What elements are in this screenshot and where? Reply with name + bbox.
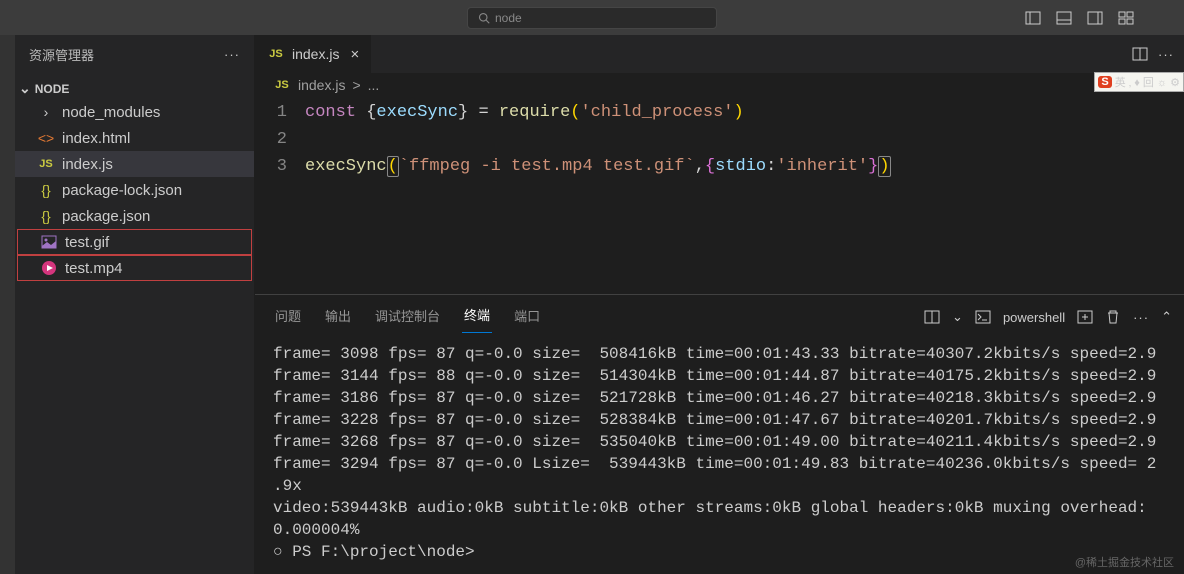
layout-bottom-icon[interactable]	[1056, 10, 1072, 26]
file-label: index.html	[62, 130, 130, 147]
tab-label: index.js	[292, 46, 339, 62]
json-icon: {}	[37, 208, 55, 224]
search-text: node	[495, 11, 522, 25]
js-icon: JS	[267, 48, 285, 60]
file-label: test.gif	[65, 234, 109, 251]
sidebar-title: 资源管理器	[29, 45, 94, 64]
breadcrumbs[interactable]: JS index.js > ...	[255, 73, 1184, 97]
ime-icons: ‚ ♦ 回 ☼ ⚙	[1129, 74, 1180, 90]
sidebar-item-test-gif[interactable]: test.gif	[17, 229, 252, 255]
folder-name: NODE	[35, 82, 70, 96]
chevron-right-icon: ›	[37, 104, 55, 120]
sidebar-item-index-html[interactable]: <> index.html	[15, 125, 254, 151]
sidebar-item-test-mp4[interactable]: test.mp4	[17, 255, 252, 281]
layout-grid-icon[interactable]	[1118, 10, 1134, 26]
chevron-down-icon: ⌄	[19, 80, 31, 97]
image-icon	[40, 234, 58, 250]
chevron-up-icon[interactable]: ⌃	[1161, 309, 1172, 325]
ime-logo: S	[1098, 76, 1111, 88]
terminal-shell-icon	[975, 309, 991, 325]
terminal-more-icon[interactable]: ···	[1133, 310, 1149, 325]
json-icon: {}	[37, 182, 55, 198]
editor-more-icon[interactable]: ···	[1158, 47, 1174, 62]
folder-header[interactable]: ⌄ NODE	[15, 78, 254, 99]
terminal-prompt: PS F:\project\node>	[292, 543, 474, 561]
prompt-icon: ○	[273, 543, 292, 561]
breadcrumb-file: index.js	[298, 77, 345, 93]
breadcrumb-more: ...	[368, 77, 380, 93]
term-tab-problems[interactable]: 问题	[273, 302, 303, 333]
terminal-body[interactable]: frame= 3098 fps= 87 q=-0.0 size= 508416k…	[255, 333, 1184, 574]
activity-bar	[0, 35, 15, 574]
sidebar-item-node-modules[interactable]: › node_modules	[15, 99, 254, 125]
ime-lang: 英	[1115, 74, 1126, 90]
ime-badge[interactable]: S 英 ‚ ♦ 回 ☼ ⚙	[1094, 72, 1184, 92]
watermark: @稀土掘金技术社区	[1075, 554, 1174, 570]
command-search[interactable]: node	[467, 7, 717, 29]
new-terminal-icon[interactable]	[1077, 309, 1093, 325]
split-icon[interactable]	[1132, 46, 1148, 62]
file-label: index.js	[62, 156, 113, 173]
shell-name[interactable]: powershell	[1003, 310, 1065, 325]
video-icon	[40, 260, 58, 276]
file-label: node_modules	[62, 104, 160, 121]
search-icon	[478, 12, 490, 24]
term-tab-output[interactable]: 输出	[323, 302, 353, 333]
file-label: package.json	[62, 208, 150, 225]
sidebar-more-icon[interactable]: ···	[224, 47, 240, 62]
code-content[interactable]: const {execSync} = require('child_proces…	[305, 99, 1184, 294]
titlebar-layout-icons	[1025, 10, 1134, 26]
editor-area: JS index.js × ··· JS index.js > ... 1 2 …	[255, 35, 1184, 574]
layout-left-icon[interactable]	[1025, 10, 1041, 26]
js-icon: JS	[273, 79, 291, 91]
terminal-panel: 问题 输出 调试控制台 终端 端口 ⌄ powershell ··· ⌃ fra…	[255, 294, 1184, 574]
trash-icon[interactable]	[1105, 309, 1121, 325]
html-icon: <>	[37, 130, 55, 146]
sidebar-item-package-lock[interactable]: {} package-lock.json	[15, 177, 254, 203]
term-tab-debug[interactable]: 调试控制台	[373, 302, 442, 333]
chevron-down-icon[interactable]: ⌄	[952, 309, 963, 325]
term-tab-terminal[interactable]: 终端	[462, 301, 492, 333]
terminal-tabs: 问题 输出 调试控制台 终端 端口 ⌄ powershell ··· ⌃	[255, 295, 1184, 333]
sidebar: 资源管理器 ··· ⌄ NODE › node_modules <> index…	[15, 35, 255, 574]
code-editor[interactable]: 1 2 3 const {execSync} = require('child_…	[255, 97, 1184, 294]
split-terminal-icon[interactable]	[924, 309, 940, 325]
tab-index-js[interactable]: JS index.js ×	[255, 35, 372, 73]
close-icon[interactable]: ×	[350, 46, 359, 63]
breadcrumb-sep: >	[352, 77, 360, 93]
js-icon: JS	[37, 158, 55, 170]
layout-right-icon[interactable]	[1087, 10, 1103, 26]
line-gutter: 1 2 3	[255, 99, 305, 294]
sidebar-item-index-js[interactable]: JS index.js	[15, 151, 254, 177]
file-label: package-lock.json	[62, 182, 182, 199]
editor-tabs: JS index.js × ···	[255, 35, 1184, 73]
file-label: test.mp4	[65, 260, 123, 277]
titlebar: node	[0, 0, 1184, 35]
sidebar-item-package-json[interactable]: {} package.json	[15, 203, 254, 229]
term-tab-ports[interactable]: 端口	[512, 302, 542, 333]
